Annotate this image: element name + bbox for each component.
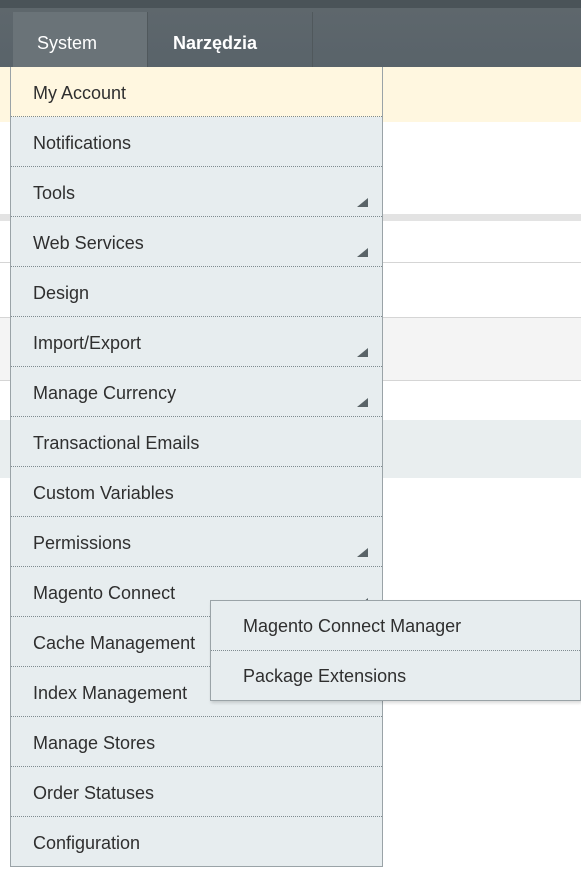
submenu-arrow-icon [357,548,368,557]
submenu-arrow-icon [357,248,368,257]
menu-item-label: Order Statuses [33,783,155,803]
menu-item-label: Import/Export [33,333,142,353]
menu-item-order-statuses[interactable]: Order Statuses [11,767,382,817]
menu-item-label: Web Services [33,233,144,253]
menu-item-label: My Account [33,83,127,103]
menu-item-notifications[interactable]: Notifications [11,117,382,167]
menu-item-label: Notifications [33,133,132,153]
submenu-arrow-icon [357,198,368,207]
submenu-arrow-icon [357,348,368,357]
menu-item-label: Transactional Emails [33,433,200,453]
menu-item-label: Custom Variables [33,483,174,503]
menu-item-manage-stores[interactable]: Manage Stores [11,717,382,767]
menu-item-manage-currency[interactable]: Manage Currency [11,367,382,417]
menu-item-label: Configuration [33,833,141,853]
submenu-item-package-extensions[interactable]: Package Extensions [211,651,580,701]
menu-item-label: Index Management [33,683,188,703]
menu-item-custom-variables[interactable]: Custom Variables [11,467,382,517]
menu-item-transactional-emails[interactable]: Transactional Emails [11,417,382,467]
nav-tab-narzedzia[interactable]: Narzędzia [149,12,313,67]
admin-nav-bar: System Narzędzia [0,0,581,67]
menu-item-configuration[interactable]: Configuration [11,817,382,867]
system-dropdown-menu: My Account Notifications Tools Web Servi… [10,67,383,867]
nav-tab-system[interactable]: System [13,12,148,67]
menu-item-label: Cache Management [33,633,196,653]
menu-item-permissions[interactable]: Permissions [11,517,382,567]
menu-item-label: Permissions [33,533,132,553]
menu-item-design[interactable]: Design [11,267,382,317]
submenu-arrow-icon [357,398,368,407]
menu-item-web-services[interactable]: Web Services [11,217,382,267]
menu-item-label: Manage Stores [33,733,156,753]
menu-item-tools[interactable]: Tools [11,167,382,217]
menu-item-label: Design [33,283,90,303]
submenu-item-label: Magento Connect Manager [243,616,462,636]
submenu-item-magento-connect-manager[interactable]: Magento Connect Manager [211,601,580,651]
menu-item-label: Magento Connect [33,583,176,603]
submenu-item-label: Package Extensions [243,666,407,686]
menu-item-import-export[interactable]: Import/Export [11,317,382,367]
menu-item-my-account[interactable]: My Account [11,67,382,117]
menu-item-label: Manage Currency [33,383,177,403]
magento-connect-submenu: Magento Connect Manager Package Extensio… [210,600,581,701]
menu-item-label: Tools [33,183,76,203]
